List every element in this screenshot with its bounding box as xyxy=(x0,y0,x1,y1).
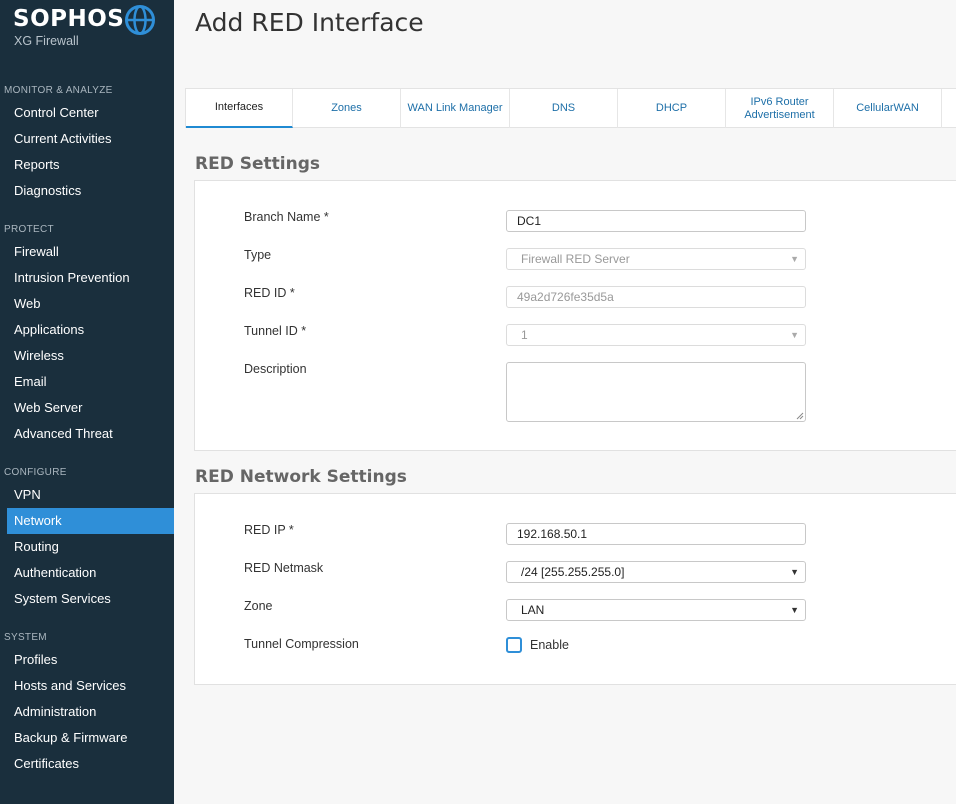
red-id-label: RED ID * xyxy=(244,286,295,300)
sidebar-item-advanced-threat[interactable]: Advanced Threat xyxy=(7,421,174,447)
red-network-settings-title: RED Network Settings xyxy=(195,467,407,487)
red-id-value: 49a2d726fe35d5a xyxy=(517,290,614,304)
brand-product: XG Firewall xyxy=(14,34,79,48)
zone-label: Zone xyxy=(244,599,273,613)
sidebar-item-administration[interactable]: Administration xyxy=(7,699,174,725)
red-ip-value: 192.168.50.1 xyxy=(517,527,588,541)
red-settings-title: RED Settings xyxy=(195,154,320,174)
tunnel-id-label: Tunnel ID * xyxy=(244,324,307,338)
page-title: Add RED Interface xyxy=(195,8,424,37)
red-netmask-label: RED Netmask xyxy=(244,561,324,575)
chevron-down-icon: ▼ xyxy=(790,605,799,615)
tab-interfaces[interactable]: Interfaces xyxy=(186,89,293,128)
red-ip-input[interactable]: 192.168.50.1 xyxy=(506,523,806,545)
globe-icon xyxy=(125,5,155,35)
red-id-input: 49a2d726fe35d5a xyxy=(506,286,806,308)
red-netmask-value: /24 [255.255.255.0] xyxy=(521,565,625,579)
tunnel-compression-checkbox[interactable] xyxy=(506,637,522,653)
tunnel-id-value: 1 xyxy=(521,328,528,342)
tunnel-compression-enable-label[interactable]: Enable xyxy=(530,638,569,652)
red-settings-panel: Branch Name * DC1 Type Firewall RED Serv… xyxy=(194,180,956,451)
tab-ipv6-router-advertisement[interactable]: IPv6 Router Advertisement xyxy=(726,89,834,128)
description-textarea[interactable] xyxy=(506,362,806,422)
type-label: Type xyxy=(244,248,272,262)
type-select: Firewall RED Server ▼ xyxy=(506,248,806,270)
sidebar-item-intrusion-prevention[interactable]: Intrusion Prevention xyxy=(7,265,174,291)
zone-select[interactable]: LAN ▼ xyxy=(506,599,806,621)
sidebar-item-certificates[interactable]: Certificates xyxy=(7,751,174,777)
sidebar-item-authentication[interactable]: Authentication xyxy=(7,560,174,586)
tab-zones[interactable]: Zones xyxy=(293,89,401,128)
tab-bar: Interfaces Zones WAN Link Manager DNS DH… xyxy=(185,88,956,128)
sidebar-item-control-center[interactable]: Control Center xyxy=(7,100,174,126)
description-label: Description xyxy=(244,362,307,376)
tab-wan-link-manager[interactable]: WAN Link Manager xyxy=(401,89,510,128)
nav-section-configure: CONFIGURE xyxy=(4,467,67,478)
chevron-down-icon: ▼ xyxy=(790,330,799,340)
sidebar-item-hosts-and-services[interactable]: Hosts and Services xyxy=(7,673,174,699)
red-netmask-select[interactable]: /24 [255.255.255.0] ▼ xyxy=(506,561,806,583)
sidebar-item-applications[interactable]: Applications xyxy=(7,317,174,343)
tab-dns[interactable]: DNS xyxy=(510,89,618,128)
sophos-logo[interactable]: SOPHOS XG Firewall xyxy=(13,4,163,50)
red-network-settings-panel: RED IP * 192.168.50.1 RED Netmask /24 [2… xyxy=(194,493,956,685)
sidebar-item-firewall[interactable]: Firewall xyxy=(7,239,174,265)
sidebar-item-diagnostics[interactable]: Diagnostics xyxy=(7,178,174,204)
sidebar: SOPHOS XG Firewall MONITOR & ANALYZE Con… xyxy=(0,0,174,804)
chevron-down-icon: ▼ xyxy=(790,254,799,264)
main-content: Add RED Interface Interfaces Zones WAN L… xyxy=(174,0,956,804)
sidebar-item-vpn[interactable]: VPN xyxy=(7,482,174,508)
sidebar-item-backup-firmware[interactable]: Backup & Firmware xyxy=(7,725,174,751)
tunnel-compression-label: Tunnel Compression xyxy=(244,637,359,651)
tab-cellular-wan[interactable]: CellularWAN xyxy=(834,89,942,128)
branch-name-input[interactable]: DC1 xyxy=(506,210,806,232)
nav-section-system: SYSTEM xyxy=(4,632,47,643)
type-value: Firewall RED Server xyxy=(521,252,630,266)
sidebar-item-wireless[interactable]: Wireless xyxy=(7,343,174,369)
brand-name: SOPHOS xyxy=(13,6,125,32)
sidebar-item-web[interactable]: Web xyxy=(7,291,174,317)
sidebar-item-system-services[interactable]: System Services xyxy=(7,586,174,612)
resize-grip-icon[interactable] xyxy=(796,412,804,420)
red-ip-label: RED IP * xyxy=(244,523,294,537)
sidebar-item-current-activities[interactable]: Current Activities xyxy=(7,126,174,152)
sidebar-item-web-server[interactable]: Web Server xyxy=(7,395,174,421)
branch-name-value: DC1 xyxy=(517,214,542,228)
tunnel-id-select: 1 ▼ xyxy=(506,324,806,346)
sidebar-item-profiles[interactable]: Profiles xyxy=(7,647,174,673)
nav-section-protect: PROTECT xyxy=(4,224,54,235)
sidebar-item-reports[interactable]: Reports xyxy=(7,152,174,178)
chevron-down-icon: ▼ xyxy=(790,567,799,577)
sidebar-item-routing[interactable]: Routing xyxy=(7,534,174,560)
zone-value: LAN xyxy=(521,603,545,617)
sidebar-item-email[interactable]: Email xyxy=(7,369,174,395)
sidebar-item-network[interactable]: Network xyxy=(7,508,174,534)
tab-dhcp[interactable]: DHCP xyxy=(618,89,726,128)
branch-name-label: Branch Name * xyxy=(244,210,329,224)
nav-section-monitor: MONITOR & ANALYZE xyxy=(4,85,113,96)
